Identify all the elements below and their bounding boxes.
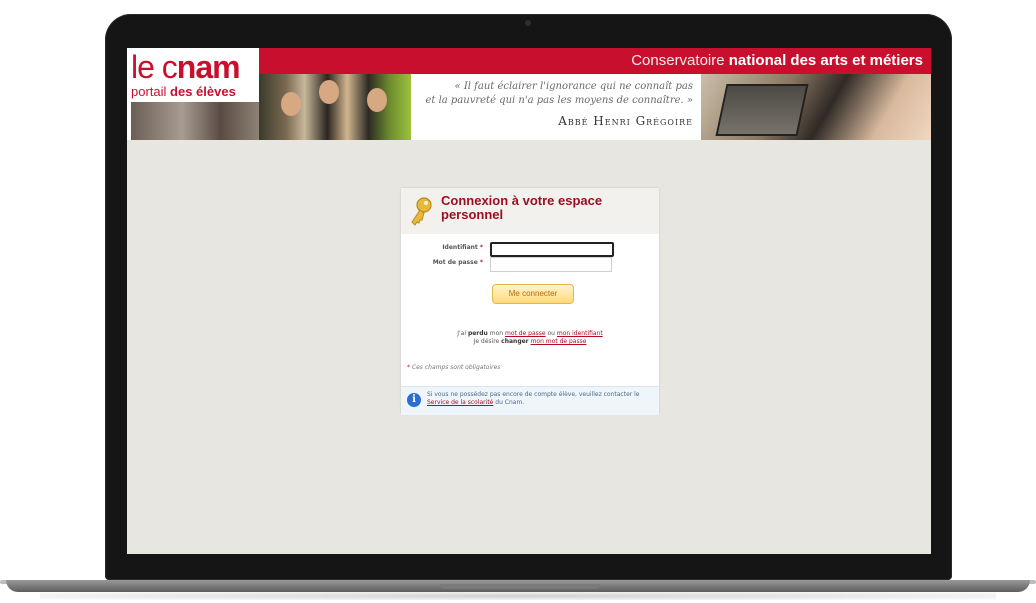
site-header: le cnam portail des élèves Conservatoire… <box>127 48 931 140</box>
lost-mid: mon <box>487 330 505 337</box>
password-label: Mot de passe * <box>403 259 483 266</box>
info-text: Si vous ne possédez pas encore de compte… <box>427 391 653 407</box>
quote-block: « Il faut éclairer l'ignorance qui ne co… <box>411 74 701 140</box>
webcam <box>525 20 531 26</box>
change-prefix: Je désire <box>473 338 502 345</box>
login-header: Connexion à votre espace personnel <box>401 188 659 234</box>
login-button[interactable]: Me connecter <box>492 284 574 304</box>
logo-photo-strip <box>131 102 259 140</box>
required-asterisk: * <box>479 259 483 266</box>
change-password-link[interactable]: mon mot de passe <box>531 338 587 345</box>
info-message: i Si vous ne possédez pas encore de comp… <box>401 386 659 415</box>
student-face <box>319 80 339 104</box>
lost-identifiant-link[interactable]: mon identifiant <box>557 330 603 337</box>
scolarite-link[interactable]: Service de la scolarité <box>427 399 493 406</box>
lost-or: ou <box>545 330 557 337</box>
logo-wordmark: le cnam <box>131 49 241 85</box>
institution-bar: Conservatoire national des arts et métie… <box>259 48 931 74</box>
portal-subtitle-bold: des élèves <box>170 84 236 99</box>
login-panel: Connexion à votre espace personnel Ident… <box>401 188 659 415</box>
lost-password-link[interactable]: mot de passe <box>505 330 546 337</box>
portal-subtitle-light: portail <box>131 84 171 99</box>
password-input[interactable] <box>490 257 612 272</box>
key-icon <box>411 197 432 226</box>
info-text-part2: du Cnam. <box>493 399 525 406</box>
quote-line-1: « Il faut éclairer l'ignorance qui ne co… <box>454 81 693 92</box>
quote-author: Abbé Henri Grégoire <box>558 114 693 128</box>
logo-word-light: le c <box>131 49 178 85</box>
login-title: Connexion à votre espace personnel <box>441 193 603 222</box>
lost-credentials-line: J'ai perdu mon mot de passe ou mon ident… <box>401 330 659 338</box>
logo-word-bold: nam <box>176 49 241 85</box>
students-photo <box>259 74 411 140</box>
change-password-line: Je désire changer mon mot de passe <box>401 338 659 346</box>
info-icon: i <box>407 393 421 407</box>
required-fields-note: * Ces champs sont obligatoires <box>407 364 500 371</box>
student-face <box>367 88 387 112</box>
identifiant-label: Identifiant * <box>403 244 483 251</box>
laptop-bezel: le cnam portail des élèves Conservatoire… <box>105 14 952 580</box>
info-text-part1: Si vous ne possédez pas encore de compte… <box>427 391 640 398</box>
laptop-notch <box>440 584 600 589</box>
required-asterisk: * <box>407 364 410 371</box>
lost-bold: perdu <box>467 330 488 337</box>
institution-name: Conservatoire national des arts et métie… <box>631 52 923 69</box>
browser-viewport: le cnam portail des élèves Conservatoire… <box>127 48 931 554</box>
institution-name-bold: national des arts et métiers <box>728 52 923 69</box>
institution-name-light: Conservatoire <box>631 52 729 69</box>
quote-line-2: et la pauvreté qui n'a pas les moyens de… <box>425 95 693 106</box>
quote-text: « Il faut éclairer l'ignorance qui ne co… <box>413 80 693 108</box>
change-bold: changer <box>501 338 529 345</box>
cnam-logo[interactable]: le cnam portail des élèves <box>127 48 259 140</box>
lost-prefix: J'ai <box>457 330 468 337</box>
identifiant-label-text: Identifiant <box>442 244 478 251</box>
password-label-text: Mot de passe <box>432 259 478 266</box>
laptop-shadow <box>40 592 996 600</box>
photo-laptop-shape <box>715 84 809 136</box>
required-note-text: Ces champs sont obligatoires <box>411 364 501 371</box>
student-face <box>281 92 301 116</box>
recovery-links: J'ai perdu mon mot de passe ou mon ident… <box>401 330 659 346</box>
laptop-photo <box>701 74 931 140</box>
portal-subtitle: portail des élèves <box>131 84 236 99</box>
required-asterisk: * <box>479 244 483 251</box>
identifiant-input[interactable] <box>490 242 614 257</box>
